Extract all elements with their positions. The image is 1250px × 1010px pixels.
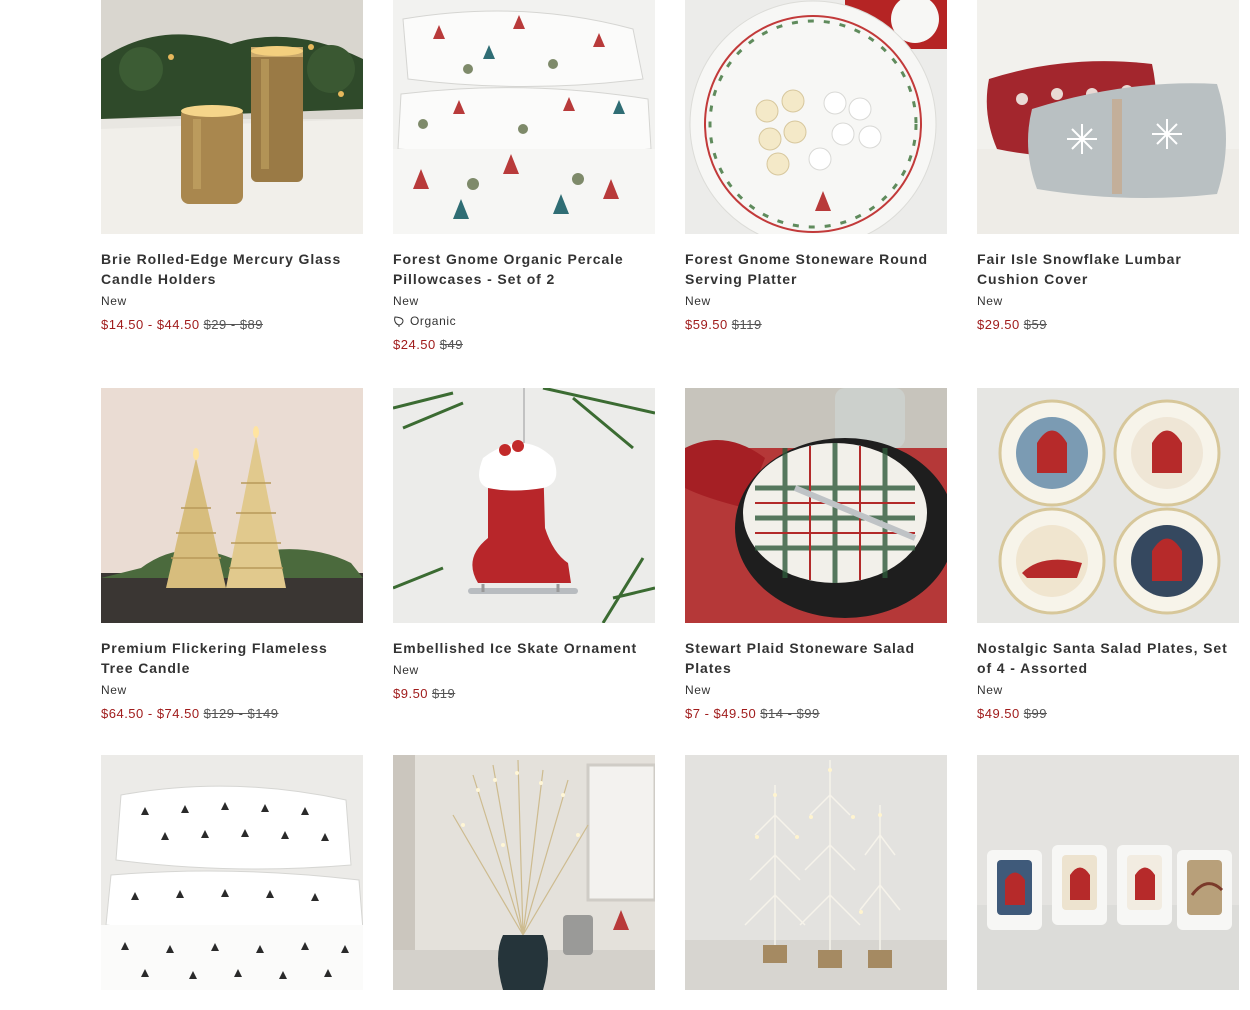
new-badge: New bbox=[393, 663, 419, 677]
new-badge: New bbox=[101, 294, 127, 308]
original-price: $29 - $89 bbox=[203, 317, 264, 332]
product-title[interactable]: Fair Isle Snowflake Lumbar Cushion Cover bbox=[977, 249, 1239, 289]
lit-twig-trees-image bbox=[685, 755, 947, 990]
sale-price: $29.50 bbox=[977, 317, 1020, 332]
original-price: $19 bbox=[432, 686, 456, 701]
new-badge: New bbox=[977, 683, 1003, 697]
santa-mugs-image bbox=[977, 755, 1239, 990]
sale-price: $64.50 - $74.50 bbox=[101, 706, 200, 721]
price-row: $9.50 $19 bbox=[393, 684, 655, 704]
new-badge: New bbox=[685, 294, 711, 308]
original-price: $14 - $99 bbox=[760, 706, 820, 721]
original-price: $49 bbox=[439, 337, 463, 352]
price-row: $49.50 $99 bbox=[977, 704, 1239, 724]
product-title[interactable]: Embellished Ice Skate Ornament bbox=[393, 638, 655, 658]
product-image[interactable] bbox=[101, 0, 363, 234]
sale-price: $59.50 bbox=[685, 317, 728, 332]
product-image[interactable] bbox=[977, 0, 1239, 234]
new-badge: New bbox=[101, 683, 127, 697]
product-card[interactable]: Embellished Ice Skate Ornament New $9.50… bbox=[393, 388, 655, 704]
ice-skate-ornament-image bbox=[393, 388, 655, 623]
product-title[interactable]: Forest Gnome Stoneware Round Serving Pla… bbox=[685, 249, 947, 289]
product-title[interactable]: Nostalgic Santa Salad Plates, Set of 4 -… bbox=[977, 638, 1239, 678]
sale-price: $9.50 bbox=[393, 686, 429, 701]
lit-branches-image bbox=[393, 755, 655, 990]
price-row: $29.50 $59 bbox=[977, 315, 1239, 335]
sale-price: $7 - $49.50 bbox=[685, 706, 757, 721]
product-title[interactable]: Stewart Plaid Stoneware Salad Plates bbox=[685, 638, 947, 678]
product-card[interactable] bbox=[685, 755, 947, 1005]
new-badge: New bbox=[685, 683, 711, 697]
snowflake-cushion-image bbox=[977, 0, 1239, 234]
product-image[interactable] bbox=[101, 755, 363, 990]
sale-price: $24.50 bbox=[393, 337, 436, 352]
product-title[interactable]: Brie Rolled-Edge Mercury Glass Candle Ho… bbox=[101, 249, 363, 289]
product-card[interactable]: Forest Gnome Organic Percale Pillowcases… bbox=[393, 0, 655, 355]
new-badge: New bbox=[977, 294, 1003, 308]
sale-price: $49.50 bbox=[977, 706, 1020, 721]
sale-price: $14.50 - $44.50 bbox=[101, 317, 200, 332]
price-row: $59.50 $119 bbox=[685, 315, 947, 335]
product-image[interactable] bbox=[393, 388, 655, 623]
product-card[interactable]: Premium Flickering Flameless Tree Candle… bbox=[101, 388, 363, 724]
flameless-tree-candle-image bbox=[101, 388, 363, 623]
price-row: $7 - $49.50 $14 - $99 bbox=[685, 704, 947, 724]
product-card[interactable]: Nostalgic Santa Salad Plates, Set of 4 -… bbox=[977, 388, 1239, 724]
gnome-pillowcases-image bbox=[393, 0, 655, 234]
product-card[interactable]: Stewart Plaid Stoneware Salad Plates New… bbox=[685, 388, 947, 724]
mercury-candle-holders-image bbox=[101, 0, 363, 234]
product-card[interactable]: Brie Rolled-Edge Mercury Glass Candle Ho… bbox=[101, 0, 363, 335]
product-image[interactable] bbox=[977, 755, 1239, 990]
product-image[interactable] bbox=[393, 0, 655, 234]
price-row: $14.50 - $44.50 $29 - $89 bbox=[101, 315, 363, 335]
product-title[interactable]: Forest Gnome Organic Percale Pillowcases… bbox=[393, 249, 655, 289]
organic-attribute: Organic bbox=[393, 311, 655, 331]
tree-print-pillowcases-image bbox=[101, 755, 363, 990]
product-image[interactable] bbox=[977, 388, 1239, 623]
new-badge: New bbox=[393, 294, 419, 308]
product-grid: Brie Rolled-Edge Mercury Glass Candle Ho… bbox=[0, 0, 1250, 1010]
organic-leaf-icon bbox=[394, 316, 404, 327]
santa-salad-plates-image bbox=[977, 388, 1239, 623]
product-image[interactable] bbox=[101, 388, 363, 623]
product-card[interactable] bbox=[101, 755, 363, 1005]
price-row: $24.50 $49 bbox=[393, 335, 655, 355]
product-card[interactable] bbox=[393, 755, 655, 1005]
price-row: $64.50 - $74.50 $129 - $149 bbox=[101, 704, 363, 724]
product-card[interactable] bbox=[977, 755, 1239, 1005]
product-card[interactable]: Fair Isle Snowflake Lumbar Cushion Cover… bbox=[977, 0, 1239, 335]
plaid-salad-plates-image bbox=[685, 388, 947, 623]
product-image[interactable] bbox=[685, 388, 947, 623]
gnome-platter-image bbox=[685, 0, 947, 234]
product-image[interactable] bbox=[393, 755, 655, 990]
original-price: $99 bbox=[1023, 706, 1047, 721]
product-card[interactable]: Forest Gnome Stoneware Round Serving Pla… bbox=[685, 0, 947, 335]
product-image[interactable] bbox=[685, 0, 947, 234]
original-price: $59 bbox=[1023, 317, 1047, 332]
original-price: $129 - $149 bbox=[203, 706, 279, 721]
original-price: $119 bbox=[731, 317, 762, 332]
product-title[interactable]: Premium Flickering Flameless Tree Candle bbox=[101, 638, 363, 678]
product-image[interactable] bbox=[685, 755, 947, 990]
organic-label: Organic bbox=[410, 314, 457, 328]
